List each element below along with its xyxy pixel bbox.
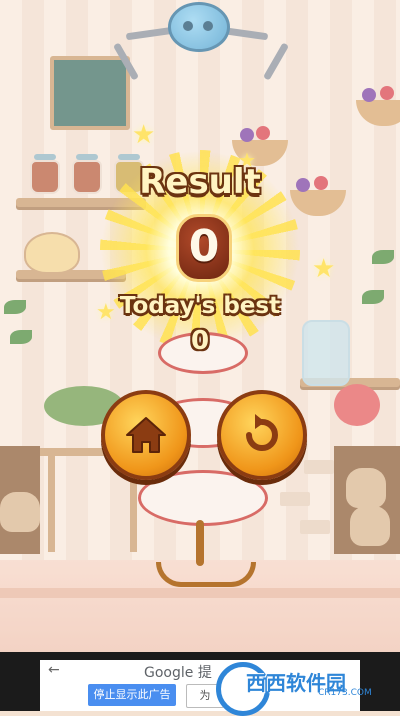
score-value: 0	[188, 221, 220, 272]
retry-icon	[246, 414, 278, 451]
cake-stand-pole	[196, 520, 204, 566]
todays-best-label: Today's best	[119, 293, 281, 319]
stop-showing-ad-button[interactable]: 停止显示此广告	[88, 684, 176, 706]
ad-back-arrow-icon[interactable]: ←	[48, 662, 60, 678]
score-badge: 0	[176, 214, 232, 282]
sparkle-star-icon: ★	[312, 254, 336, 284]
watermark-url: CR173.COM	[318, 688, 372, 698]
retry-button[interactable]	[217, 390, 307, 480]
todays-best-value: 0	[190, 326, 210, 356]
result-title: Result	[139, 162, 261, 202]
home-button[interactable]	[101, 390, 191, 480]
ad-brand-label: Google 提	[144, 665, 212, 681]
cake-stand-foot	[156, 562, 256, 587]
sparkle-star-icon: ★	[132, 120, 156, 150]
home-icon	[126, 417, 166, 453]
